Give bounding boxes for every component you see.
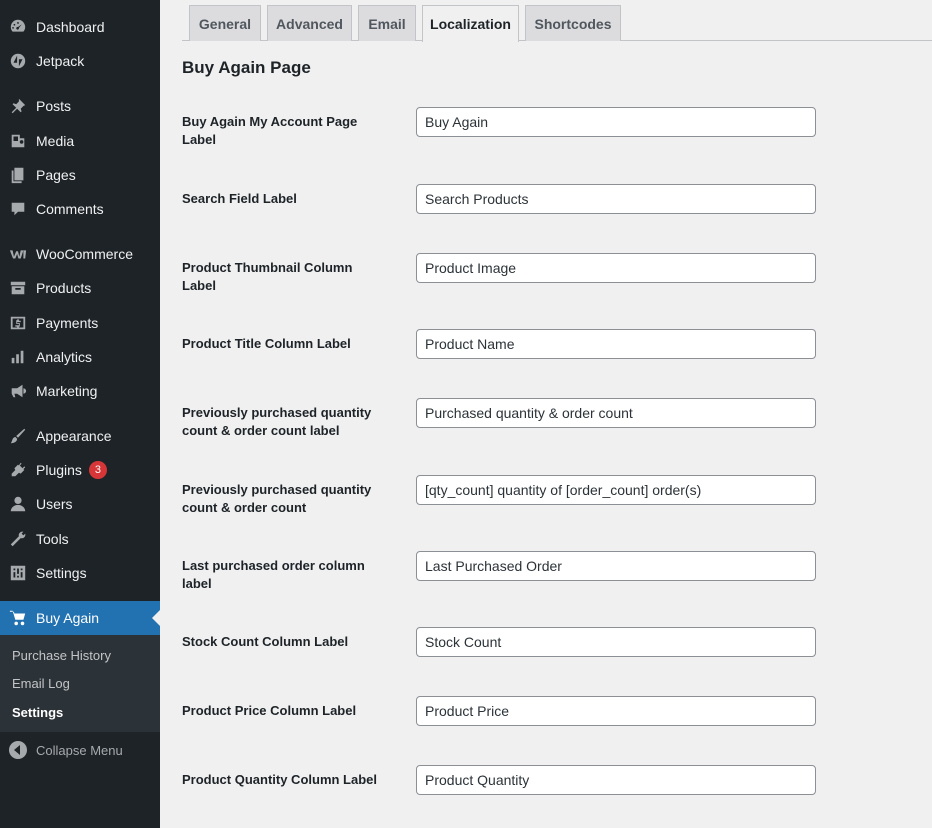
field-label-qty-order-count-label: Previously purchased quantity count & or… — [182, 405, 372, 438]
menu-item-appearance[interactable]: Appearance — [0, 419, 160, 453]
tab-advanced[interactable]: Advanced — [267, 5, 352, 41]
cart-icon — [8, 608, 28, 628]
collapse-menu-button[interactable]: Collapse Menu — [0, 733, 160, 767]
dashboard-icon — [8, 17, 28, 37]
settings-tabs: General Advanced Email Localization Shor… — [182, 0, 932, 42]
paintbrush-icon — [8, 426, 28, 446]
menu-item-marketing[interactable]: Marketing — [0, 374, 160, 408]
woocommerce-icon — [8, 244, 28, 264]
tab-localization[interactable]: Localization — [422, 5, 519, 42]
menu-label: Appearance — [36, 428, 112, 444]
menu-label: Comments — [36, 201, 104, 217]
menu-item-settings[interactable]: Settings — [0, 556, 160, 590]
field-label-last-order: Last purchased order column label — [182, 558, 365, 591]
stock-count-column-label-input[interactable] — [416, 627, 816, 657]
last-order-column-label-input[interactable] — [416, 551, 816, 581]
menu-item-pages[interactable]: Pages — [0, 158, 160, 192]
submenu-settings[interactable]: Settings — [12, 705, 63, 720]
bar-chart-icon — [8, 347, 28, 367]
menu-item-products[interactable]: Products — [0, 271, 160, 305]
field-label-my-account: Buy Again My Account Page Label — [182, 114, 358, 147]
settings-sliders-icon — [8, 563, 28, 583]
update-count-badge: 3 — [88, 461, 107, 479]
menu-label: WooCommerce — [36, 246, 133, 262]
menu-item-jetpack[interactable]: Jetpack — [0, 44, 160, 78]
menu-label: Users — [36, 496, 73, 512]
archive-icon — [8, 278, 28, 298]
user-icon — [8, 494, 28, 514]
submenu-purchase-history[interactable]: Purchase History — [12, 648, 111, 663]
menu-label: Jetpack — [36, 53, 85, 69]
menu-item-woocommerce[interactable]: WooCommerce — [0, 237, 160, 271]
qty-order-count-input[interactable] — [416, 475, 816, 505]
collapse-label: Collapse Menu — [36, 742, 123, 758]
menu-item-payments[interactable]: Payments — [0, 306, 160, 340]
menu-label: Products — [36, 280, 92, 296]
pages-icon — [8, 165, 28, 185]
media-icon — [8, 131, 28, 151]
menu-item-users[interactable]: Users — [0, 487, 160, 521]
menu-label: Marketing — [36, 383, 98, 399]
menu-item-dashboard[interactable]: Dashboard — [0, 10, 160, 44]
search-field-label-input[interactable] — [416, 184, 816, 214]
menu-label: Posts — [36, 98, 72, 114]
megaphone-icon — [8, 381, 28, 401]
field-label-search: Search Field Label — [182, 191, 297, 206]
menu-item-tools[interactable]: Tools — [0, 522, 160, 556]
menu-item-buy-again[interactable]: Buy Again — [0, 601, 160, 635]
jetpack-icon — [8, 51, 28, 71]
buy-again-submenu: Purchase History Email Log Settings — [0, 635, 160, 732]
menu-label: Tools — [36, 531, 69, 547]
admin-sidebar: Dashboard Jetpack Posts Media Pages Comm… — [0, 0, 160, 828]
field-label-thumbnail: Product Thumbnail Column Label — [182, 260, 353, 293]
tab-shortcodes[interactable]: Shortcodes — [525, 5, 621, 41]
menu-label: Plugins — [36, 462, 82, 478]
field-label-title: Product Title Column Label — [182, 336, 351, 351]
field-label-quantity: Product Quantity Column Label — [182, 772, 378, 787]
tab-general[interactable]: General — [189, 5, 261, 41]
my-account-label-input[interactable] — [416, 107, 816, 137]
menu-label: Dashboard — [36, 19, 105, 35]
menu-item-analytics[interactable]: Analytics — [0, 340, 160, 374]
menu-item-plugins[interactable]: Plugins 3 — [0, 453, 160, 487]
menu-item-media[interactable]: Media — [0, 124, 160, 158]
field-label-stock-count: Stock Count Column Label — [182, 634, 349, 649]
thumbnail-column-label-input[interactable] — [416, 253, 816, 283]
menu-label: Analytics — [36, 349, 93, 365]
collapse-arrow-icon — [9, 741, 27, 759]
price-column-label-input[interactable] — [416, 696, 816, 726]
title-column-label-input[interactable] — [416, 329, 816, 359]
section-title: Buy Again Page — [182, 58, 311, 77]
menu-label: Pages — [36, 167, 76, 183]
qty-order-count-label-input[interactable] — [416, 398, 816, 428]
tab-email[interactable]: Email — [358, 5, 416, 41]
quantity-column-label-input[interactable] — [416, 765, 816, 795]
menu-item-posts[interactable]: Posts — [0, 89, 160, 123]
pin-icon — [8, 96, 28, 116]
field-label-price: Product Price Column Label — [182, 703, 357, 718]
menu-label: Media — [36, 133, 75, 149]
comment-icon — [8, 199, 28, 219]
menu-label: Settings — [36, 565, 87, 581]
menu-label: Buy Again — [36, 610, 100, 626]
field-label-qty-order-count: Previously purchased quantity count & or… — [182, 482, 372, 515]
plugin-icon — [8, 460, 28, 480]
wrench-icon — [8, 529, 28, 549]
menu-item-comments[interactable]: Comments — [0, 192, 160, 226]
menu-label: Payments — [36, 315, 99, 331]
payments-icon — [8, 313, 28, 333]
submenu-email-log[interactable]: Email Log — [12, 676, 70, 691]
